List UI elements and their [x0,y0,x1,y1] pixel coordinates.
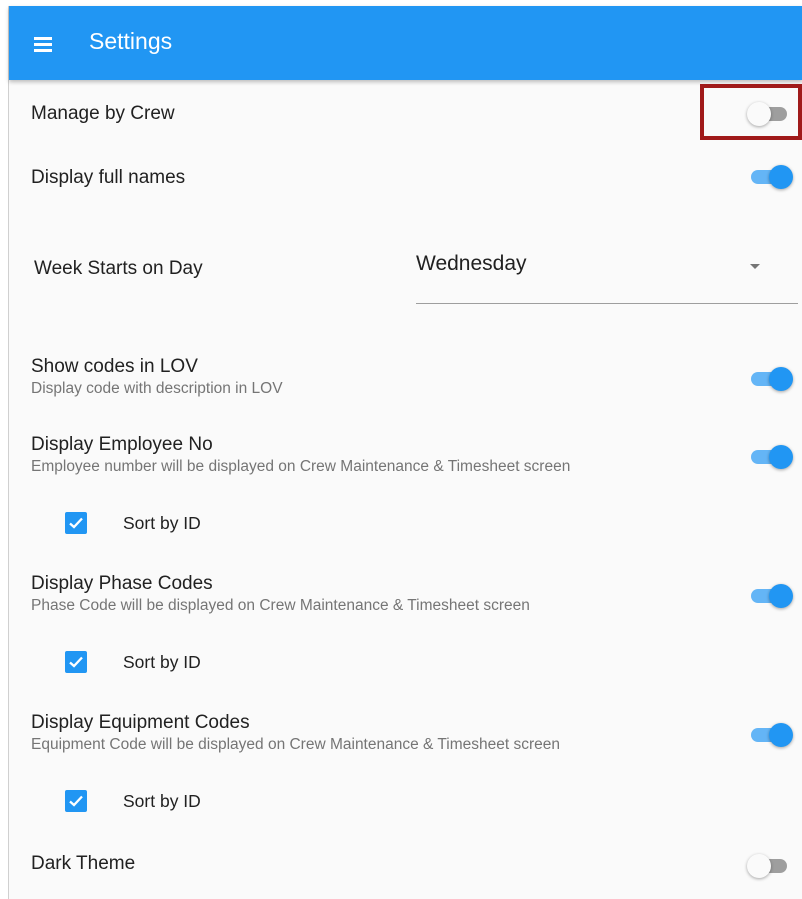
phase-sort-by-id-label: Sort by ID [123,652,201,672]
employee-sort-by-id-label: Sort by ID [123,513,201,533]
dropdown-value: Wednesday [416,252,527,275]
setting-title: Display Phase Codes [31,573,213,594]
setting-manage-by-crew: Manage by Crew [9,96,802,146]
dark-theme-toggle[interactable] [747,852,793,880]
setting-subtitle: Employee number will be displayed on Cre… [31,458,571,475]
setting-subtitle: Equipment Code will be displayed on Crew… [31,736,561,753]
employee-sort-by-id-checkbox[interactable] [65,512,87,534]
setting-title: Show codes in LOV [31,356,198,377]
menu-icon[interactable] [31,30,59,56]
setting-dark-theme: Dark Theme [9,848,802,893]
check-icon [69,656,83,668]
setting-display-equipment-codes: Display Equipment Codes Equipment Code w… [9,708,802,758]
setting-title: Dark Theme [31,853,136,874]
settings-screen: Settings Manage by Crew Display full nam… [8,6,802,899]
app-bar: Settings [9,6,802,80]
setting-display-employee-no: Display Employee No Employee number will… [9,430,802,480]
show-codes-lov-toggle[interactable] [747,365,793,393]
manage-by-crew-toggle[interactable] [747,100,793,128]
dropdown-underline [416,302,798,304]
week-start-dropdown[interactable]: Wednesday [416,242,798,304]
setting-display-full-names: Display full names [9,161,802,211]
equipment-sort-by-id-label: Sort by ID [123,791,201,811]
setting-title: Display Equipment Codes [31,712,250,733]
check-icon [69,795,83,807]
setting-subtitle: Phase Code will be displayed on Crew Mai… [31,597,530,614]
display-equipment-codes-toggle[interactable] [747,721,793,749]
week-start-label: Week Starts on Day [34,258,203,279]
display-phase-codes-toggle[interactable] [747,582,793,610]
display-employee-no-toggle[interactable] [747,443,793,471]
setting-subtitle: Display code with description in LOV [31,380,283,397]
setting-show-codes-lov: Show codes in LOV Display code with desc… [9,352,802,402]
setting-title: Display full names [31,167,186,188]
display-full-names-toggle[interactable] [747,163,793,191]
phase-sort-by-id-checkbox[interactable] [65,651,87,673]
setting-display-phase-codes: Display Phase Codes Phase Code will be d… [9,569,802,619]
setting-title: Manage by Crew [31,103,175,124]
dropdown-arrow-icon [750,264,760,269]
equipment-sort-by-id-checkbox[interactable] [65,790,87,812]
page-title: Settings [89,28,173,54]
setting-title: Display Employee No [31,434,213,455]
check-icon [69,517,83,529]
